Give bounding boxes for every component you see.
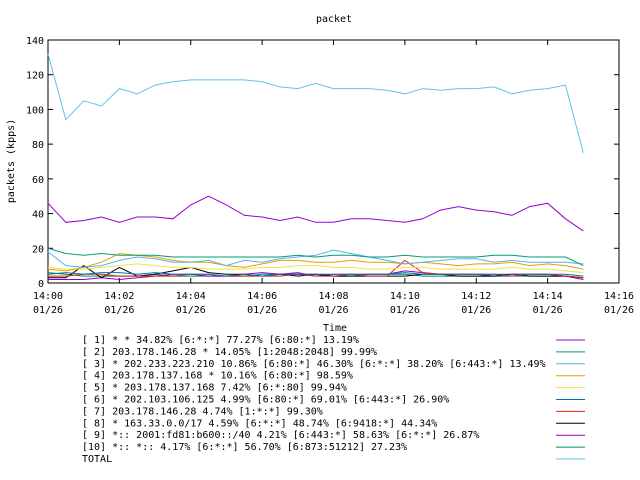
legend-entry-label: TOTAL (82, 454, 112, 465)
x-tick-label-time: 14:12 (461, 291, 491, 302)
x-tick-label-date: 01/26 (604, 305, 634, 316)
x-tick-label-date: 01/26 (33, 305, 63, 316)
series-line-1 (47, 195, 584, 232)
x-tick-label-date: 01/26 (104, 305, 134, 316)
legend-entry-label: [ 6] * 202.103.106.125 4.99% [6:80:*] 69… (82, 395, 449, 406)
legend-entry-label: [ 3] * 202.233.223.210 10.86% [6:80:*] 4… (82, 359, 546, 370)
x-tick-label-time: 14:04 (176, 291, 206, 302)
x-tick-label-date: 01/26 (390, 305, 420, 316)
x-tick-label-date: 01/26 (461, 305, 491, 316)
x-tick-label-time: 14:00 (33, 291, 63, 302)
x-tick-label-time: 14:14 (533, 291, 563, 302)
line-chart: packet packets (kpps) Time 0 20 40 60 80 100 1… (6, 14, 634, 465)
x-tick-label-date: 01/26 (176, 305, 206, 316)
x-tick-label-date: 01/26 (318, 305, 348, 316)
series-line-11 (47, 53, 584, 153)
legend-entry-label: [ 8] * 163.33.0.0/17 4.59% [6:*:*] 48.74… (82, 418, 437, 429)
legend-entry-label: [ 5] * 203.178.137.168 7.42% [6:*:80] 99… (82, 383, 347, 394)
x-tick-label-time: 14:02 (104, 291, 134, 302)
y-tick-label: 40 (32, 210, 44, 221)
y-axis-label: packets (kpps) (6, 119, 17, 203)
plot-frame (47, 39, 620, 284)
x-tick-label-date: 01/26 (533, 305, 563, 316)
x-tick-label-time: 14:16 (604, 291, 634, 302)
legend-entry-label: [ 4] 203.178.137.168 * 10.16% [6:80:*] 9… (82, 371, 353, 382)
y-tick-label: 100 (26, 105, 44, 116)
x-tick-label-date: 01/26 (247, 305, 277, 316)
x-tick-label-time: 14:10 (390, 291, 420, 302)
y-tick-label: 140 (26, 36, 44, 47)
y-tick-label: 0 (38, 279, 44, 290)
series-lines (47, 53, 584, 281)
y-tick-label: 60 (32, 175, 44, 186)
plot-border (47, 39, 620, 284)
y-axis: 0 20 40 60 80 100 120 140 (26, 36, 619, 290)
legend-entry-label: [ 1] * * 34.82% [6:*:*] 77.27% [6:80:*] … (82, 335, 359, 346)
legend-entry-label: [10] *:: *:: 4.17% [6:*:*] 56.70% [6:873… (82, 442, 407, 453)
legend-entry-label: [ 9] *:: 2001:fd81:b600::/40 4.21% [6:44… (82, 430, 479, 441)
legend: [ 1] * * 34.82% [6:*:*] 77.27% [6:80:*] … (82, 335, 585, 465)
y-tick-label: 120 (26, 71, 44, 82)
x-tick-label-time: 14:08 (318, 291, 348, 302)
chart-title: packet (316, 14, 352, 25)
x-axis-label: Time (323, 323, 347, 334)
x-tick-label-time: 14:06 (247, 291, 277, 302)
legend-entry-label: [ 2] 203.178.146.28 * 14.05% [1:2048:204… (82, 347, 377, 358)
legend-entry-label: [ 7] 203.178.146.28 4.74% [1:*:*] 99.30% (82, 406, 323, 417)
y-tick-label: 20 (32, 244, 44, 255)
y-tick-label: 80 (32, 140, 44, 151)
